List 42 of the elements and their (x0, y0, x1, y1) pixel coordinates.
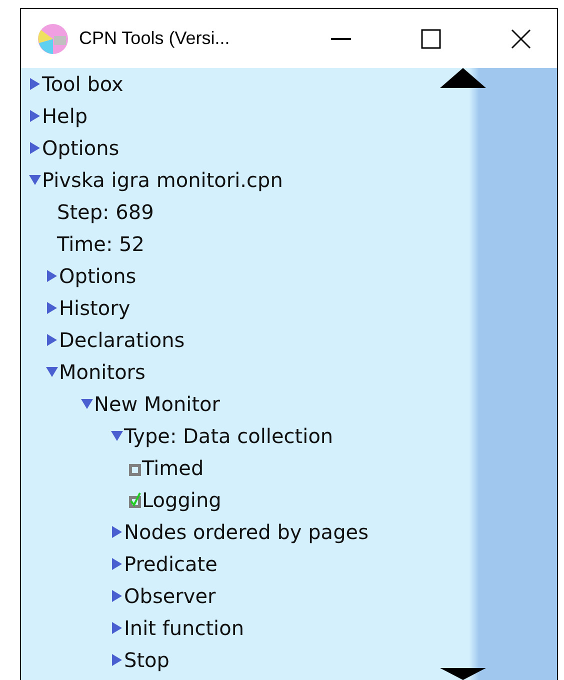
tree-item-label[interactable]: Help (42, 104, 88, 128)
tree-item-label[interactable]: Nodes ordered by pages (124, 520, 368, 544)
tree-item-label[interactable]: Init function (124, 616, 244, 640)
tree-item-label[interactable]: Monitors (59, 360, 146, 384)
collapsed-triangle-icon[interactable] (111, 558, 123, 570)
collapsed-triangle-icon[interactable] (111, 590, 123, 602)
tree-item-label[interactable]: History (59, 296, 130, 320)
collapsed-triangle-icon[interactable] (111, 654, 123, 666)
tree-item-label[interactable]: Pivska igra monitori.cpn (42, 168, 283, 192)
collapsed-triangle-icon[interactable] (29, 110, 41, 122)
tree-item-label[interactable]: Observer (124, 584, 216, 608)
tree-item-label[interactable]: Timed (142, 456, 204, 480)
collapsed-triangle-icon[interactable] (111, 622, 123, 634)
scroll-down-arrow-icon[interactable] (440, 668, 486, 680)
expanded-triangle-icon[interactable] (46, 366, 58, 378)
tree-item-label[interactable]: Type: Data collection (124, 424, 334, 448)
tree-item-label[interactable]: Logging (142, 488, 222, 512)
tree-item-label[interactable]: Options (42, 136, 120, 160)
tree-item-label[interactable]: Tool box (42, 72, 124, 96)
expanded-triangle-icon[interactable] (111, 430, 123, 442)
minimize-icon (331, 38, 351, 40)
collapsed-triangle-icon[interactable] (29, 142, 41, 154)
expanded-triangle-icon[interactable] (29, 174, 41, 186)
collapsed-triangle-icon[interactable] (111, 526, 123, 538)
tree-item-label[interactable]: Predicate (124, 552, 218, 576)
app-logo-icon (37, 22, 69, 54)
window-title: CPN Tools (Versi... (79, 27, 230, 50)
collapsed-triangle-icon[interactable] (46, 302, 58, 314)
tree-item-label[interactable]: Options (59, 264, 136, 288)
tree-item-label: Step: 689 (57, 200, 154, 224)
close-icon (511, 28, 531, 48)
collapsed-triangle-icon[interactable] (46, 270, 58, 282)
tree-item-label: Time: 52 (57, 232, 144, 256)
tree-item-label[interactable]: New Monitor (94, 392, 220, 416)
checked-checkbox[interactable] (129, 492, 141, 508)
collapsed-triangle-icon[interactable] (46, 334, 58, 346)
collapsed-triangle-icon[interactable] (29, 78, 41, 90)
tree-item-label[interactable]: Declarations (59, 328, 185, 352)
maximize-icon (421, 28, 441, 48)
scroll-up-arrow-icon[interactable] (440, 68, 486, 88)
tree-item-label[interactable]: Stop (124, 648, 170, 672)
expanded-triangle-icon[interactable] (81, 398, 93, 410)
